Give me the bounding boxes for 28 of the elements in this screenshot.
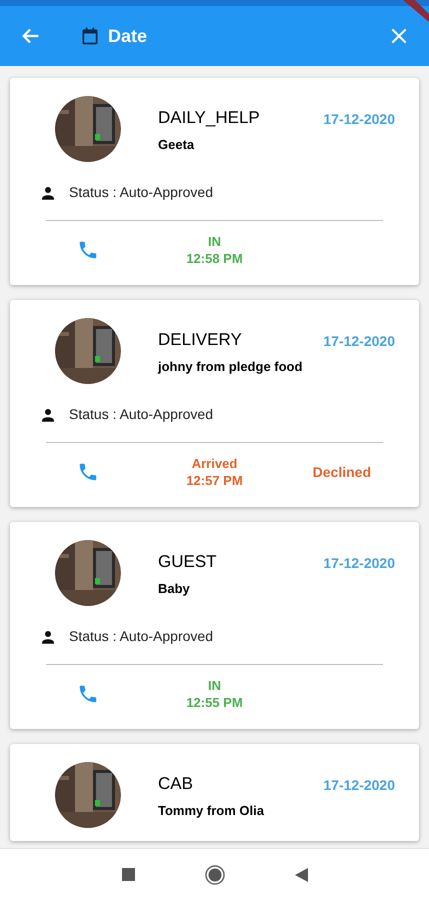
visitor-name: Baby [158, 580, 191, 598]
visitor-name: johny from pledge food [158, 358, 304, 376]
app-bar-title: Date [108, 24, 148, 48]
calendar-icon [80, 26, 100, 46]
status-text: Status : Auto-Approved [69, 405, 213, 424]
status-text: Status : Auto-Approved [69, 183, 213, 202]
visit-date: 17-12-2020 [323, 332, 395, 351]
visit-date: 17-12-2020 [323, 554, 395, 573]
back-icon[interactable] [294, 868, 308, 882]
visit-date: 17-12-2020 [323, 110, 395, 129]
visitor-category: DELIVERY [158, 329, 243, 351]
visitor-name: Geeta [158, 136, 196, 154]
visitor-category: CAB [158, 773, 194, 795]
entry-time: IN 12:58 PM [186, 233, 243, 267]
phone-icon[interactable] [77, 683, 99, 705]
entry-time: IN 12:55 PM [186, 677, 243, 711]
visitor-name: Tommy from Olia [158, 802, 265, 820]
home-icon[interactable] [204, 864, 224, 884]
recent-apps-icon[interactable] [122, 868, 134, 881]
close-icon[interactable] [389, 26, 409, 46]
visit-date: 17-12-2020 [323, 776, 395, 795]
entry-time: Arrived 12:57 PM [186, 455, 243, 489]
phone-icon[interactable] [77, 239, 99, 261]
visitor-category: DAILY_HELP [158, 107, 261, 129]
phone-icon[interactable] [77, 461, 99, 483]
visitor-category: GUEST [158, 551, 218, 573]
decision-text: Declined [312, 462, 371, 482]
status-text: Status : Auto-Approved [69, 627, 213, 646]
